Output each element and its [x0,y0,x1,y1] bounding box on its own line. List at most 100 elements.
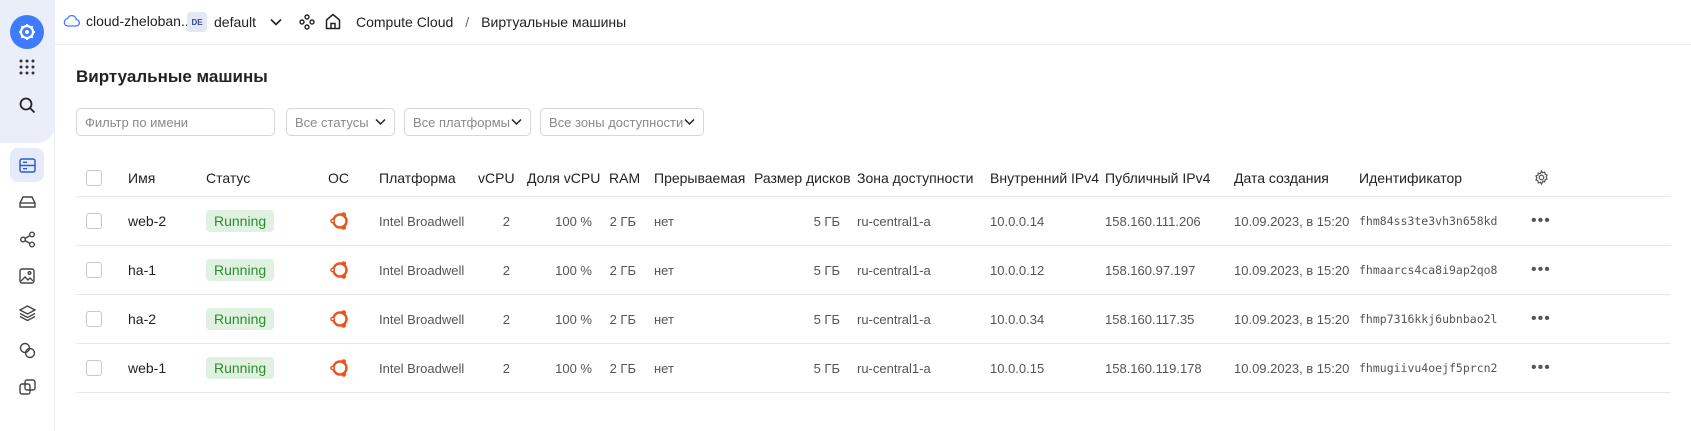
col-public-ip[interactable]: Публичный IPv4 [1105,159,1210,196]
group-icon[interactable] [10,370,44,404]
vm-id: fhm84ss3te3vh3n658kd [1359,214,1498,228]
row-checkbox[interactable] [86,197,102,245]
vm-vcpu: 2 [502,262,510,278]
vm-public-ip: 158.160.117.35 [1105,311,1195,327]
row-checkbox[interactable] [86,295,102,343]
col-name[interactable]: Имя [128,159,155,196]
table-settings-gear-icon[interactable] [1534,159,1549,196]
services-icon[interactable] [299,14,315,33]
vm-internal-ip: 10.0.0.34 [990,311,1045,327]
breadcrumb-separator: / [465,14,470,30]
col-status[interactable]: Статус [206,159,250,196]
server-icon[interactable] [10,148,44,182]
home-icon[interactable] [325,13,341,33]
row-menu-button[interactable]: ••• [1531,246,1551,294]
vm-ram: 2 ГБ [609,213,636,229]
vm-vcpu-share: 100 % [555,262,592,278]
disk-icon[interactable] [10,185,44,219]
col-disk-size[interactable]: Размер дисков [754,159,851,196]
vm-disk-size: 5 ГБ [813,262,840,278]
vm-name[interactable]: ha-1 [128,246,156,294]
vm-name[interactable]: ha-2 [128,295,156,343]
chevron-down-icon [684,118,695,126]
vm-preemptible: нет [654,213,674,229]
status-badge: Running [206,246,275,294]
col-zone[interactable]: Зона доступности [857,159,974,196]
table-header: Имя Статус ОС Платформа vCPU Доля vCPU R… [76,159,1671,197]
vm-public-ip: 158.160.97.197 [1105,262,1196,278]
snapshot-icon[interactable] [10,333,44,367]
table-row[interactable]: web-1 Running Intel Broadwell 2 100 % 2 … [76,344,1671,393]
vm-created: 10.09.2023, в 15:20 [1234,311,1350,327]
vm-name[interactable]: web-1 [128,344,166,392]
table-row[interactable]: ha-2 Running Intel Broadwell 2 100 % 2 Г… [76,295,1671,344]
status-badge: Running [206,197,275,245]
zone-filter-select[interactable]: Все зоны доступности [540,108,704,136]
vm-platform: Intel Broadwell [379,213,465,229]
folder-badge: DE [187,12,207,32]
col-preemptible[interactable]: Прерываемая [654,159,745,196]
status-filter-select[interactable]: Все статусы [286,108,395,136]
vm-internal-ip: 10.0.0.12 [990,262,1045,278]
ubuntu-icon [329,295,351,343]
yandex-cloud-logo-icon[interactable] [10,15,44,49]
col-vcpu-share[interactable]: Доля vCPU [527,159,600,196]
zone-filter-value: Все зоны доступности [549,114,684,130]
folder-name: default [214,14,257,30]
breadcrumb-vms: Виртуальные машины [481,14,627,30]
cloud-selector[interactable]: cloud-zheloban... [63,13,193,29]
vm-disk-size: 5 ГБ [813,360,840,376]
vm-public-ip: 158.160.119.178 [1105,360,1202,376]
col-id[interactable]: Идентификатор [1359,159,1462,196]
platform-filter-select[interactable]: Все платформы [404,108,531,136]
breadcrumb-compute-cloud[interactable]: Compute Cloud [356,14,453,30]
row-menu-button[interactable]: ••• [1531,295,1551,343]
vm-preemptible: нет [654,262,674,278]
row-checkbox[interactable] [86,246,102,294]
vm-preemptible: нет [654,360,674,376]
vm-platform: Intel Broadwell [379,360,465,376]
image-icon[interactable] [10,259,44,293]
vm-name[interactable]: web-2 [128,197,166,245]
breadcrumb: Compute Cloud / Виртуальные машины [356,14,626,30]
vm-created: 10.09.2023, в 15:20 [1234,213,1350,229]
name-filter-input[interactable]: Фильтр по имени [76,108,275,136]
row-checkbox[interactable] [86,344,102,392]
vm-vcpu: 2 [502,311,510,327]
ubuntu-icon [329,344,351,392]
vm-vcpu-share: 100 % [555,311,592,327]
cloud-icon [63,15,80,27]
search-icon[interactable] [10,88,44,122]
page-title: Виртуальные машины [76,67,268,86]
apps-grid-icon[interactable] [10,50,44,84]
platform-filter-value: Все платформы [413,114,510,130]
vm-created: 10.09.2023, в 15:20 [1234,360,1350,376]
vm-disk-size: 5 ГБ [813,213,840,229]
select-all-checkbox[interactable] [86,159,102,196]
vm-vcpu-share: 100 % [555,360,592,376]
vm-id: fhmugiivu4oejf5prcn2 [1359,361,1498,375]
col-os[interactable]: ОС [328,159,349,196]
layers-icon[interactable] [10,296,44,330]
vm-disk-size: 5 ГБ [813,311,840,327]
vm-vcpu: 2 [502,360,510,376]
col-created[interactable]: Дата создания [1234,159,1329,196]
col-platform[interactable]: Платформа [379,159,456,196]
table-row[interactable]: web-2 Running Intel Broadwell 2 100 % 2 … [76,197,1671,246]
left-rail [0,0,55,431]
vm-public-ip: 158.160.111.206 [1105,213,1201,229]
vm-id: fhmp7316kkj6ubnbao2l [1359,312,1498,326]
ubuntu-icon [329,197,351,245]
col-ram[interactable]: RAM [609,159,640,196]
cloud-name: cloud-zheloban... [86,13,193,29]
col-vcpu[interactable]: vCPU [478,159,515,196]
vm-vcpu: 2 [502,213,510,229]
folder-selector[interactable]: DE default [187,12,282,32]
row-menu-button[interactable]: ••• [1531,197,1551,245]
col-internal-ip[interactable]: Внутренний IPv4 [990,159,1099,196]
network-icon[interactable] [10,222,44,256]
row-menu-button[interactable]: ••• [1531,344,1551,392]
vm-zone: ru-central1-a [857,262,931,278]
table-row[interactable]: ha-1 Running Intel Broadwell 2 100 % 2 Г… [76,246,1671,295]
name-filter-placeholder: Фильтр по имени [85,114,189,130]
